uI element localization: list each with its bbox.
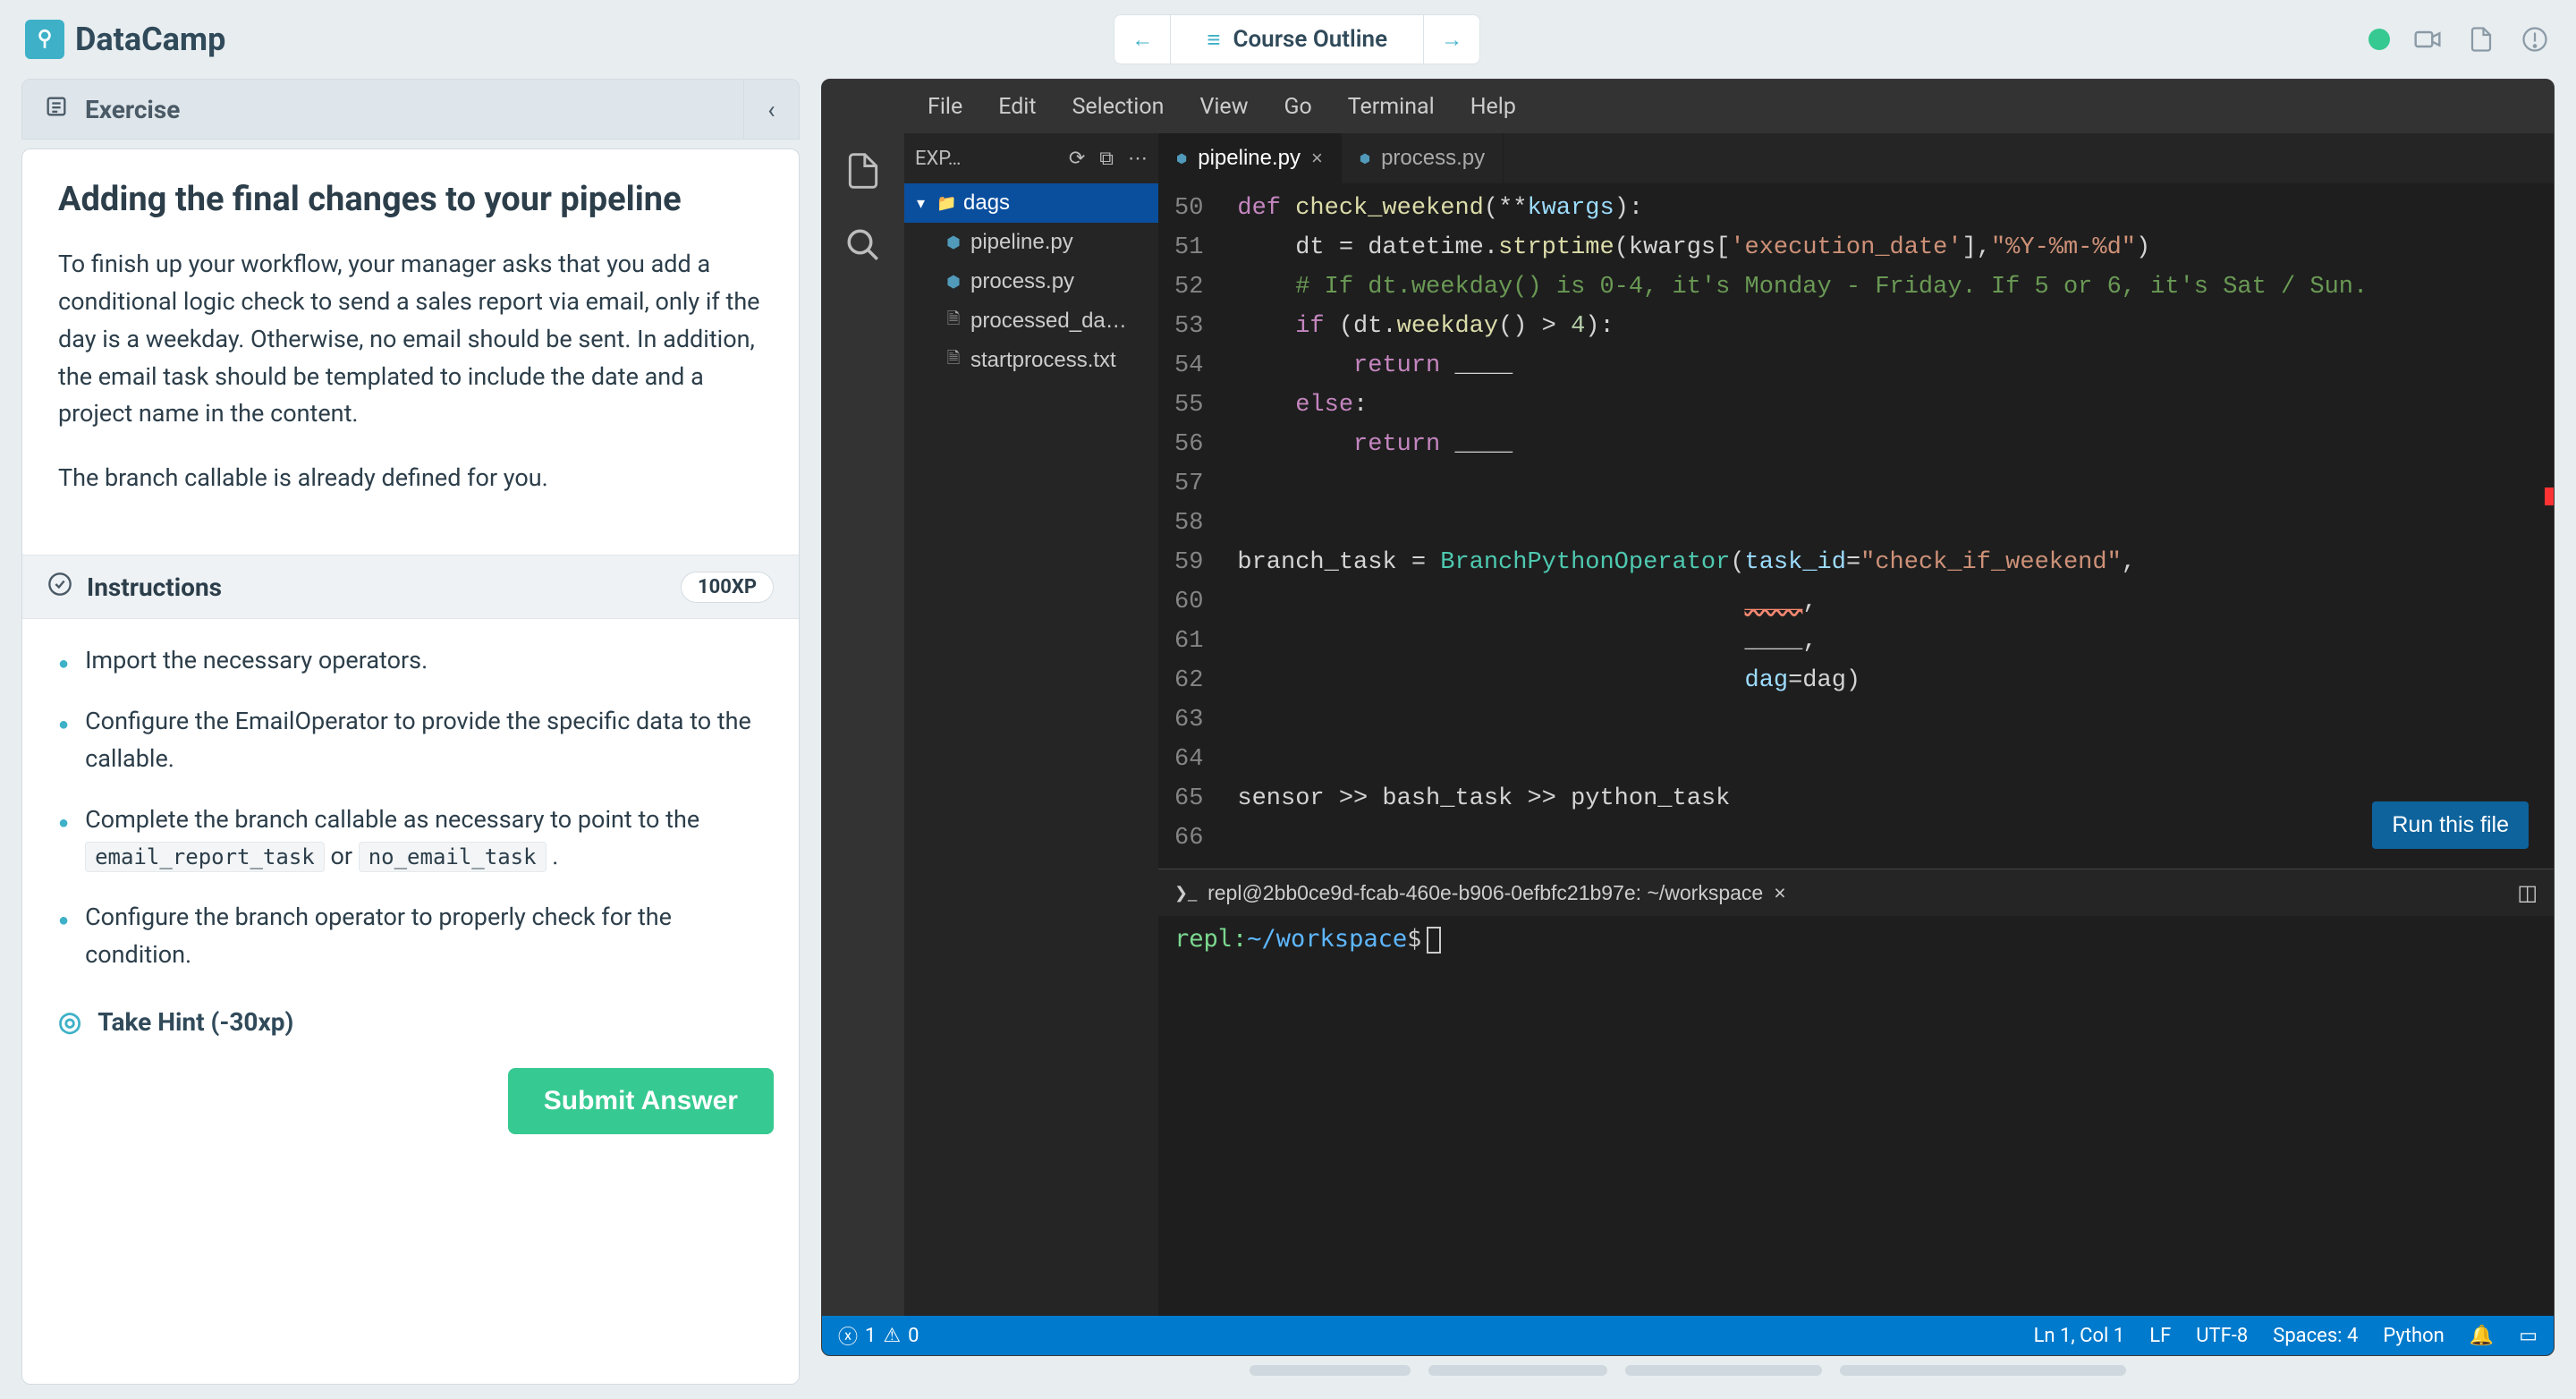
menu-file[interactable]: File — [928, 94, 962, 120]
progress-segment — [1840, 1365, 2126, 1376]
progress-segment — [1250, 1365, 1411, 1376]
search-icon[interactable] — [844, 226, 882, 267]
check-icon — [47, 572, 72, 603]
exercise-card: Adding the final changes to your pipelin… — [21, 148, 800, 1385]
close-icon[interactable]: × — [1774, 881, 1785, 905]
cursor — [1427, 927, 1441, 954]
explorer-label: EXP… — [915, 148, 961, 170]
close-icon[interactable]: × — [1311, 147, 1323, 170]
video-icon[interactable] — [2411, 23, 2444, 55]
code-token: no_email_task — [359, 842, 547, 872]
left-panel: Exercise ‹ Adding the final changes to y… — [21, 79, 800, 1385]
terminal[interactable]: repl:~/workspace$ — [1158, 916, 2554, 1316]
menu-terminal[interactable]: Terminal — [1348, 94, 1435, 120]
terminal-tab[interactable]: ❯_repl@2bb0ce9d-fcab-460e-b906-0efbfc21b… — [1174, 881, 1786, 905]
code-editor[interactable]: 5051525354555657585960616263646566 def c… — [1158, 183, 2554, 869]
terminal-panel: ❯_repl@2bb0ce9d-fcab-460e-b906-0efbfc21b… — [1158, 869, 2554, 1316]
code-content: def check_weekend(**kwargs): dt = dateti… — [1221, 183, 2368, 869]
list-item: ●Complete the branch callable as necessa… — [58, 801, 763, 877]
editor-tabs: ⬢pipeline.py× ⬢process.py — [1158, 133, 2554, 183]
tab-pipeline[interactable]: ⬢pipeline.py× — [1158, 133, 1342, 183]
eol[interactable]: LF — [2149, 1325, 2171, 1347]
exercise-para-1: To finish up your workflow, your manager… — [58, 246, 763, 433]
next-button[interactable]: → — [1423, 14, 1480, 64]
status-indicator — [2368, 29, 2390, 50]
tree-file-processed[interactable]: 🗎processed_da… — [904, 301, 1158, 341]
indent[interactable]: Spaces: 4 — [2273, 1325, 2358, 1347]
activity-bar — [822, 133, 904, 1316]
collapse-button[interactable]: ‹ — [743, 79, 799, 140]
hint-label: Take Hint (-30xp) — [97, 1007, 293, 1037]
refresh-icon[interactable]: ⟳ — [1069, 148, 1085, 170]
menu-edit[interactable]: Edit — [998, 94, 1036, 120]
collapse-all-icon[interactable]: ⧉ — [1099, 148, 1114, 170]
instructions-header: Instructions 100XP — [22, 555, 799, 619]
nav-center: ← ≡ Course Outline → — [1114, 14, 1480, 64]
line-gutter: 5051525354555657585960616263646566 — [1158, 183, 1221, 869]
menu-icon: ≡ — [1207, 26, 1220, 54]
pdf-icon[interactable] — [2465, 23, 2497, 55]
tree-file-start[interactable]: 🗎startprocess.txt — [904, 341, 1158, 380]
warning-count-icon[interactable]: ⚠ — [883, 1325, 901, 1347]
menu-go[interactable]: Go — [1284, 94, 1311, 120]
menu-view[interactable]: View — [1199, 94, 1248, 120]
instructions-list: ●Import the necessary operators. ●Config… — [22, 619, 799, 1006]
ide-panel: File Edit Selection View Go Terminal Hel… — [821, 79, 2555, 1385]
bell-icon[interactable]: 🔔 — [2470, 1325, 2494, 1347]
list-item: ●Configure the EmailOperator to provide … — [58, 703, 763, 778]
course-outline-label: Course Outline — [1233, 26, 1387, 53]
bulb-icon: ◎ — [58, 1006, 81, 1038]
exercise-header: Exercise ‹ — [21, 79, 800, 140]
submit-button[interactable]: Submit Answer — [508, 1068, 774, 1134]
top-right — [2368, 23, 2551, 55]
more-icon[interactable]: ⋯ — [1128, 148, 1148, 170]
xp-badge: 100XP — [681, 572, 774, 603]
statusbar: ⓧ1 ⚠0 Ln 1, Col 1 LF UTF-8 Spaces: 4 Pyt… — [822, 1316, 2554, 1355]
brand-name: DataCamp — [75, 21, 225, 58]
file-explorer: EXP… ⟳ ⧉ ⋯ ▾📁dags ⬢pipeline.py ⬢process.… — [904, 133, 1158, 1316]
instructions-label: Instructions — [87, 572, 222, 602]
menubar: File Edit Selection View Go Terminal Hel… — [822, 80, 2554, 133]
menu-selection[interactable]: Selection — [1072, 94, 1165, 120]
prev-button[interactable]: ← — [1114, 14, 1171, 64]
progress-bar — [821, 1365, 2555, 1385]
cursor-position[interactable]: Ln 1, Col 1 — [2034, 1325, 2125, 1347]
hint-button[interactable]: ◎ Take Hint (-30xp) — [22, 1006, 799, 1047]
explorer-icon[interactable] — [843, 151, 883, 194]
encoding[interactable]: UTF-8 — [2196, 1325, 2248, 1347]
tab-process[interactable]: ⬢process.py — [1342, 133, 1504, 183]
exercise-para-2: The branch callable is already defined f… — [58, 460, 763, 497]
info-icon[interactable] — [2519, 23, 2551, 55]
layout-toggle-icon[interactable]: ▭ — [2519, 1325, 2538, 1347]
list-item: ●Import the necessary operators. — [58, 642, 763, 680]
code-token: email_report_task — [85, 842, 325, 872]
split-icon[interactable]: ◫ — [2517, 880, 2538, 905]
language[interactable]: Python — [2383, 1325, 2444, 1347]
brand-logo — [25, 20, 64, 59]
run-button[interactable]: Run this file — [2372, 801, 2529, 849]
menu-help[interactable]: Help — [1470, 94, 1516, 120]
exercise-header-label: Exercise — [85, 95, 180, 124]
brand: DataCamp — [25, 20, 225, 59]
error-count-icon[interactable]: ⓧ — [838, 1321, 858, 1350]
topbar: DataCamp ← ≡ Course Outline → — [0, 0, 2576, 79]
exercise-icon — [44, 94, 69, 125]
tree-file-pipeline[interactable]: ⬢pipeline.py — [904, 223, 1158, 262]
progress-segment — [1428, 1365, 1607, 1376]
tree-folder-dags[interactable]: ▾📁dags — [904, 183, 1158, 223]
list-item: ●Configure the branch operator to proper… — [58, 899, 763, 974]
course-outline-button[interactable]: ≡ Course Outline — [1171, 14, 1423, 64]
exercise-title: Adding the final changes to your pipelin… — [58, 180, 763, 219]
error-marker — [2545, 488, 2554, 505]
tree-file-process[interactable]: ⬢process.py — [904, 262, 1158, 301]
progress-segment — [1625, 1365, 1822, 1376]
